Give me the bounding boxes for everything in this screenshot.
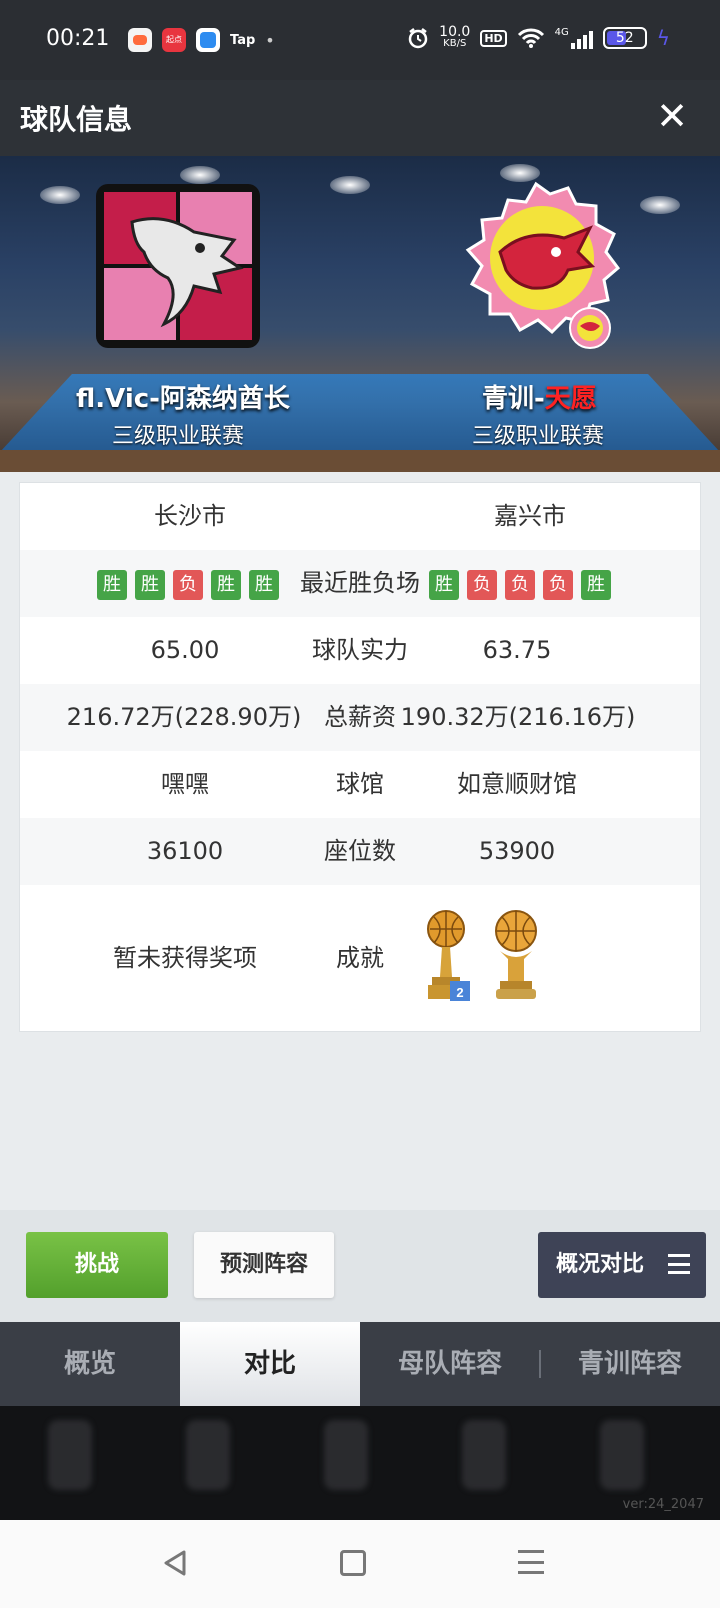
seats-row: 36100 座位数 53900 [20, 818, 700, 885]
recent-form-row: 胜胜负胜胜 最近胜负场 胜负负负胜 [20, 550, 700, 617]
away-form-badge-win: 胜 [581, 570, 611, 600]
back-icon[interactable] [158, 1546, 192, 1580]
overview-compare-label: 概况对比 [556, 1252, 645, 1277]
challenge-button[interactable]: 挑战 [26, 1232, 168, 1298]
status-time: 00:21 [46, 26, 110, 51]
blurred-nav-item[interactable] [186, 1420, 230, 1490]
team-banner: fl.Vic-阿森纳酋长 青训-天愿 三级职业联赛 三级职业联赛 [0, 156, 720, 472]
home-form-badge-win: 胜 [211, 570, 241, 600]
page-title: 球队信息 [20, 103, 133, 136]
status-bar: 00:21 起点 Tap • 10.0 KB/S HD 4G 52 ϟ [0, 0, 720, 80]
away-form-badge-loss: 负 [543, 570, 573, 600]
away-city: 嘉兴市 [494, 502, 566, 530]
more-notifications-dot: • [265, 30, 275, 50]
home-recent-form: 胜胜负胜胜 [97, 570, 279, 600]
away-seats: 53900 [478, 837, 556, 865]
system-indicators: 10.0 KB/S HD 4G 52 ϟ [407, 24, 670, 50]
blurred-nav-item[interactable] [48, 1420, 92, 1490]
strength-row: 65.00 球队实力 63.75 [20, 617, 700, 684]
runner-up-trophy-icon[interactable]: 2 [422, 907, 472, 1003]
away-salary: 190.32万(216.16万) [400, 703, 636, 731]
home-form-badge-loss: 负 [173, 570, 203, 600]
home-strength: 65.00 [150, 636, 220, 664]
arena-row: 嘿嘿 球馆 如意顺财馆 [20, 751, 700, 818]
tab-bar: 概览 对比 母队阵容 青训阵容 [0, 1322, 720, 1406]
salary-row: 216.72万(228.90万) 总薪资 190.32万(216.16万) [20, 684, 700, 751]
away-team-name-highlight: 天愿 [544, 384, 597, 414]
stadium-light [640, 196, 680, 214]
wifi-icon [517, 28, 544, 48]
alarm-icon [408, 28, 428, 49]
recent-form-label: 最近胜负场 [300, 569, 420, 597]
stadium-light [330, 176, 370, 194]
stadium-light [40, 186, 80, 204]
champion-trophy-icon[interactable] [490, 907, 542, 1003]
net-speed-unit: KB/S [443, 38, 467, 49]
tab-divider [539, 1350, 541, 1378]
home-form-badge-win: 胜 [135, 570, 165, 600]
system-navigation-bar [0, 1520, 720, 1608]
game-bottom-nav: ver:24_2047 [0, 1406, 720, 1520]
version-label: ver:24_2047 [622, 1497, 704, 1512]
tab-parent-roster[interactable]: 母队阵容 [360, 1322, 540, 1406]
battery-icon: 52 [602, 27, 647, 49]
game-app-icon [128, 28, 152, 52]
home-icon[interactable] [340, 1550, 366, 1576]
home-team-league: 三级职业联赛 [112, 424, 245, 449]
home-seats: 36100 [146, 837, 224, 865]
qidian-app-icon: 起点 [162, 28, 186, 52]
close-button[interactable]: ✕ [650, 94, 694, 138]
away-team-name[interactable]: 青训-天愿 [482, 378, 597, 415]
tab-overview[interactable]: 概览 [0, 1322, 180, 1406]
wood-floor [0, 450, 720, 472]
home-salary: 216.72万(228.90万) [66, 703, 302, 731]
tab-youth-roster[interactable]: 青训阵容 [540, 1322, 720, 1406]
home-form-badge-win: 胜 [97, 570, 127, 600]
achievements-row: 暂未获得奖项 成就 2 [20, 885, 700, 1031]
away-form-badge-loss: 负 [467, 570, 497, 600]
overview-compare-button[interactable]: 概况对比 [538, 1232, 706, 1298]
blurred-nav-item[interactable] [600, 1420, 644, 1490]
achievements-label: 成就 [336, 944, 384, 972]
tab-compare[interactable]: 对比 [180, 1322, 360, 1406]
hd-icon: HD [480, 29, 507, 47]
blurred-nav-item[interactable] [462, 1420, 506, 1490]
action-bar: 挑战 预测阵容 概况对比 [0, 1210, 720, 1322]
signal-icon: 4G [555, 27, 593, 49]
away-team-league: 三级职业联赛 [472, 424, 605, 449]
signal-type: 4G [554, 27, 569, 38]
blue-app-icon [196, 28, 220, 52]
away-arena: 如意顺财馆 [457, 770, 577, 798]
net-speed-value: 10.0 [439, 24, 471, 40]
notification-icons: 起点 Tap • [128, 28, 275, 52]
comparison-table: 长沙市 嘉兴市 胜胜负胜胜 最近胜负场 胜负负负胜 65.00 球队实力 63.… [19, 482, 701, 1032]
away-form-badge-win: 胜 [429, 570, 459, 600]
recents-icon[interactable] [518, 1550, 544, 1574]
charging-icon: ϟ [656, 26, 670, 50]
away-recent-form: 胜负负负胜 [429, 570, 611, 600]
net-speed: 10.0 KB/S [439, 24, 471, 50]
predict-lineup-button[interactable]: 预测阵容 [194, 1232, 334, 1298]
home-team-logo[interactable] [94, 182, 262, 350]
away-strength: 63.75 [482, 636, 552, 664]
home-city: 长沙市 [154, 502, 226, 530]
away-form-badge-loss: 负 [505, 570, 535, 600]
trophy-rank-badge: 2 [456, 985, 463, 1000]
away-team-logo[interactable] [456, 180, 626, 350]
tap-app-icon: Tap [230, 32, 256, 48]
battery-level: 52 [615, 30, 634, 46]
blurred-nav-item[interactable] [324, 1420, 368, 1490]
home-arena: 嘿嘿 [161, 770, 209, 798]
page-header: 球队信息 ✕ [0, 80, 720, 156]
home-team-name[interactable]: fl.Vic-阿森纳酋长 [76, 378, 290, 415]
city-row: 长沙市 嘉兴市 [20, 483, 700, 550]
away-team-name-prefix: 青训- [482, 384, 545, 414]
menu-icon [668, 1254, 690, 1274]
home-awards: 暂未获得奖项 [113, 944, 257, 972]
